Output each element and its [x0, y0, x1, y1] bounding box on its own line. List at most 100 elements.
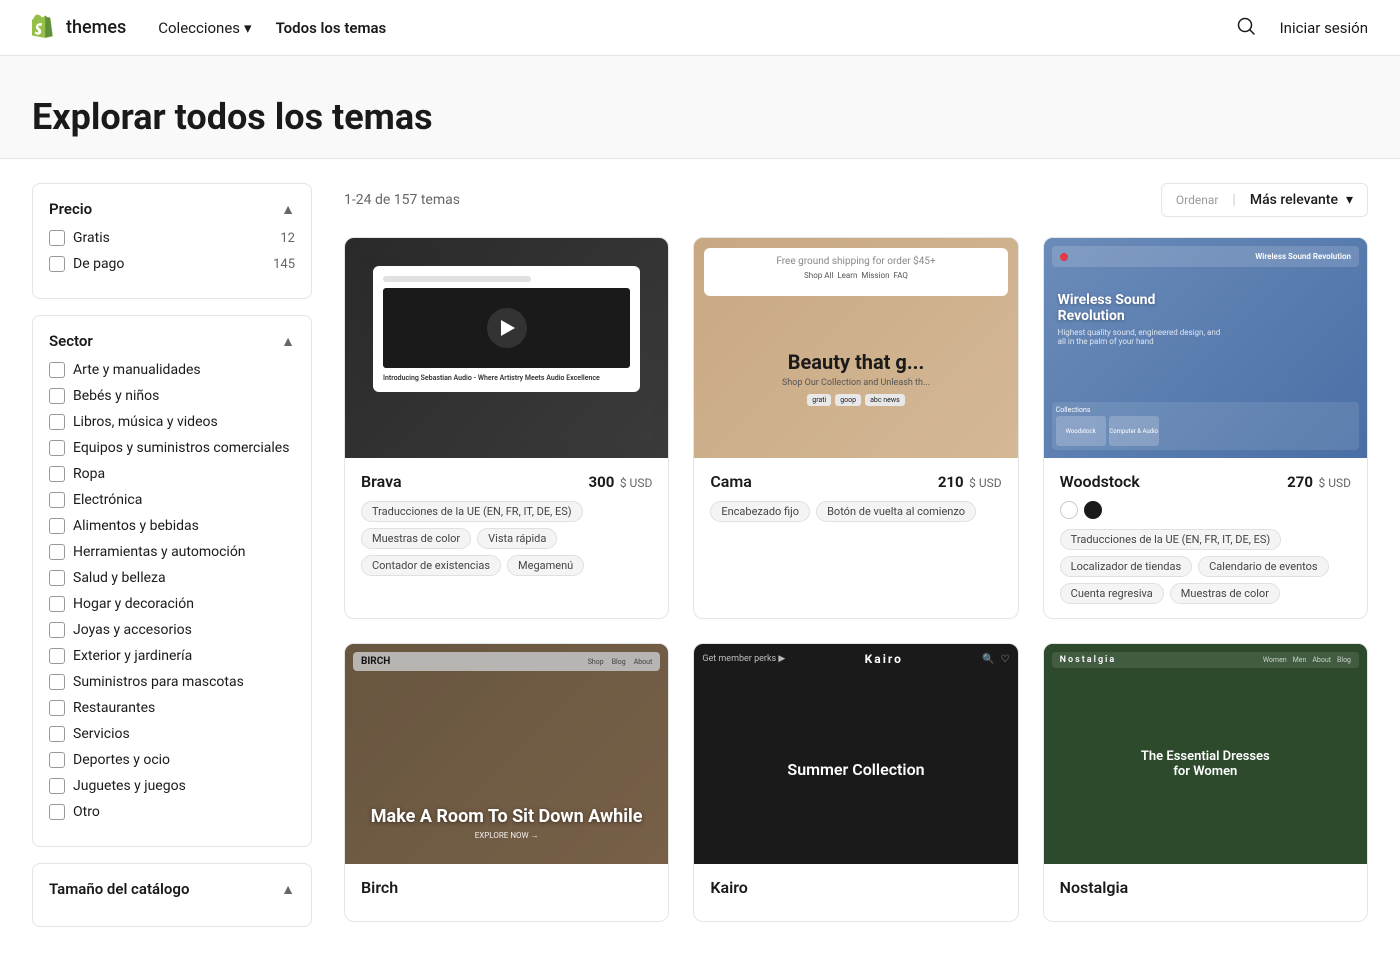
chevron-down-icon: ▾: [244, 19, 252, 37]
sector-checkbox[interactable]: [49, 648, 65, 664]
sector-item: Alimentos y bebidas: [49, 518, 295, 534]
all-themes-link[interactable]: Todos los temas: [276, 19, 387, 37]
theme-tags: Traducciones de la UE (EN, FR, IT, DE, E…: [361, 501, 652, 576]
color-swatch[interactable]: [1084, 501, 1102, 519]
price-gratis-item: Gratis 12: [49, 230, 295, 246]
theme-price: 270 $ USD: [1287, 473, 1351, 491]
hero-section: Explorar todos los temas: [0, 56, 1400, 159]
sector-label: Servicios: [73, 726, 130, 742]
theme-name-price: Kairo: [710, 878, 1001, 897]
theme-name: Birch: [361, 878, 398, 897]
all-themes-label: Todos los temas: [276, 19, 387, 37]
signin-link[interactable]: Iniciar sesión: [1280, 19, 1368, 37]
catalog-chevron-icon: ▲: [281, 881, 295, 898]
theme-image: Introducing Sebastian Audio - Where Arti…: [345, 238, 668, 458]
sector-checkbox[interactable]: [49, 726, 65, 742]
gratis-label: Gratis: [73, 230, 110, 246]
theme-tag: Traducciones de la UE (EN, FR, IT, DE, E…: [1060, 529, 1282, 550]
theme-info: Kairo: [694, 864, 1017, 921]
sort-label: Ordenar: [1176, 193, 1219, 207]
sector-checkbox[interactable]: [49, 544, 65, 560]
sector-label: Suministros para mascotas: [73, 674, 244, 690]
search-icon: [1236, 16, 1256, 36]
sector-checkbox[interactable]: [49, 440, 65, 456]
price-filter-header[interactable]: Precio ▲: [49, 200, 295, 218]
sector-checkbox[interactable]: [49, 388, 65, 404]
sector-checkbox[interactable]: [49, 570, 65, 586]
price-amount: 210: [938, 473, 964, 491]
sector-checkbox[interactable]: [49, 674, 65, 690]
sector-label: Arte y manualidades: [73, 362, 201, 378]
sector-checkbox[interactable]: [49, 414, 65, 430]
sector-checkbox[interactable]: [49, 752, 65, 768]
sector-label: Bebés y niños: [73, 388, 159, 404]
sector-item: Ropa: [49, 466, 295, 482]
theme-info: Woodstock 270 $ USD Traducciones de la U…: [1044, 458, 1367, 618]
theme-info: Birch: [345, 864, 668, 921]
sort-value: Más relevante: [1250, 192, 1338, 208]
search-button[interactable]: [1232, 12, 1260, 43]
theme-image: Nostalgia WomenMenAboutBlog The Essentia…: [1044, 644, 1367, 864]
collections-link[interactable]: Colecciones ▾: [158, 19, 251, 37]
sector-item: Exterior y jardinería: [49, 648, 295, 664]
shopify-logo-icon: [32, 14, 60, 42]
theme-card[interactable]: BIRCH ShopBlogAbout Make A Room To Sit D…: [344, 643, 669, 922]
sector-item: Hogar y decoración: [49, 596, 295, 612]
sector-label: Hogar y decoración: [73, 596, 194, 612]
depago-count: 145: [273, 257, 295, 272]
sector-checkbox[interactable]: [49, 492, 65, 508]
sector-label: Restaurantes: [73, 700, 155, 716]
sector-checkbox[interactable]: [49, 518, 65, 534]
sector-label: Electrónica: [73, 492, 142, 508]
theme-card[interactable]: Nostalgia WomenMenAboutBlog The Essentia…: [1043, 643, 1368, 922]
gratis-checkbox[interactable]: [49, 230, 65, 246]
logo-link[interactable]: themes: [32, 14, 126, 42]
theme-info: Brava 300 $ USD Traducciones de la UE (E…: [345, 458, 668, 590]
theme-name: Kairo: [710, 878, 747, 897]
theme-name: Woodstock: [1060, 472, 1140, 491]
theme-price: 300 $ USD: [589, 473, 653, 491]
theme-card[interactable]: Wireless Sound Revolution Wireless Sound…: [1043, 237, 1368, 619]
catalog-filter-section: Tamaño del catálogo ▲: [32, 863, 312, 927]
results-count: 1-24 de 157 temas: [344, 192, 460, 208]
sector-checkbox[interactable]: [49, 362, 65, 378]
sector-item: Arte y manualidades: [49, 362, 295, 378]
sector-label: Equipos y suministros comerciales: [73, 440, 289, 456]
sector-filter-title: Sector: [49, 332, 93, 350]
sector-checkbox[interactable]: [49, 804, 65, 820]
sector-checkbox[interactable]: [49, 466, 65, 482]
price-filter-section: Precio ▲ Gratis 12 De pago 145: [32, 183, 312, 299]
sector-filter-header[interactable]: Sector ▲: [49, 332, 295, 350]
catalog-filter-header[interactable]: Tamaño del catálogo ▲: [49, 880, 295, 898]
price-chevron-icon: ▲: [281, 201, 295, 218]
theme-name-price: Cama 210 $ USD: [710, 472, 1001, 491]
sector-item: Suministros para mascotas: [49, 674, 295, 690]
theme-tags: Traducciones de la UE (EN, FR, IT, DE, E…: [1060, 529, 1351, 604]
sector-checkbox[interactable]: [49, 622, 65, 638]
theme-image: BIRCH ShopBlogAbout Make A Room To Sit D…: [345, 644, 668, 864]
theme-card[interactable]: Free ground shipping for order $45+ Shop…: [693, 237, 1018, 619]
collections-label: Colecciones: [158, 19, 240, 37]
theme-image: Get member perks ▶ Kairo 🔍 ♡ Summer Coll…: [694, 644, 1017, 864]
sector-item: Salud y belleza: [49, 570, 295, 586]
sector-item: Servicios: [49, 726, 295, 742]
theme-name-price: Brava 300 $ USD: [361, 472, 652, 491]
theme-card[interactable]: Introducing Sebastian Audio - Where Arti…: [344, 237, 669, 619]
page-title: Explorar todos los temas: [32, 96, 1368, 138]
sector-checkbox[interactable]: [49, 778, 65, 794]
sector-checkbox[interactable]: [49, 596, 65, 612]
sector-item: Bebés y niños: [49, 388, 295, 404]
price-currency: $ USD: [969, 476, 1002, 490]
sector-checkbox[interactable]: [49, 700, 65, 716]
theme-card[interactable]: Get member perks ▶ Kairo 🔍 ♡ Summer Coll…: [693, 643, 1018, 922]
sector-label: Ropa: [73, 466, 105, 482]
sort-dropdown[interactable]: Ordenar | Más relevante ▾: [1161, 183, 1368, 217]
sector-label: Otro: [73, 804, 100, 820]
theme-grid: Introducing Sebastian Audio - Where Arti…: [344, 237, 1368, 922]
sector-item: Otro: [49, 804, 295, 820]
sector-chevron-icon: ▲: [281, 333, 295, 350]
color-swatch[interactable]: [1060, 501, 1078, 519]
depago-checkbox[interactable]: [49, 256, 65, 272]
sort-divider: |: [1232, 192, 1235, 208]
sector-item: Libros, música y videos: [49, 414, 295, 430]
